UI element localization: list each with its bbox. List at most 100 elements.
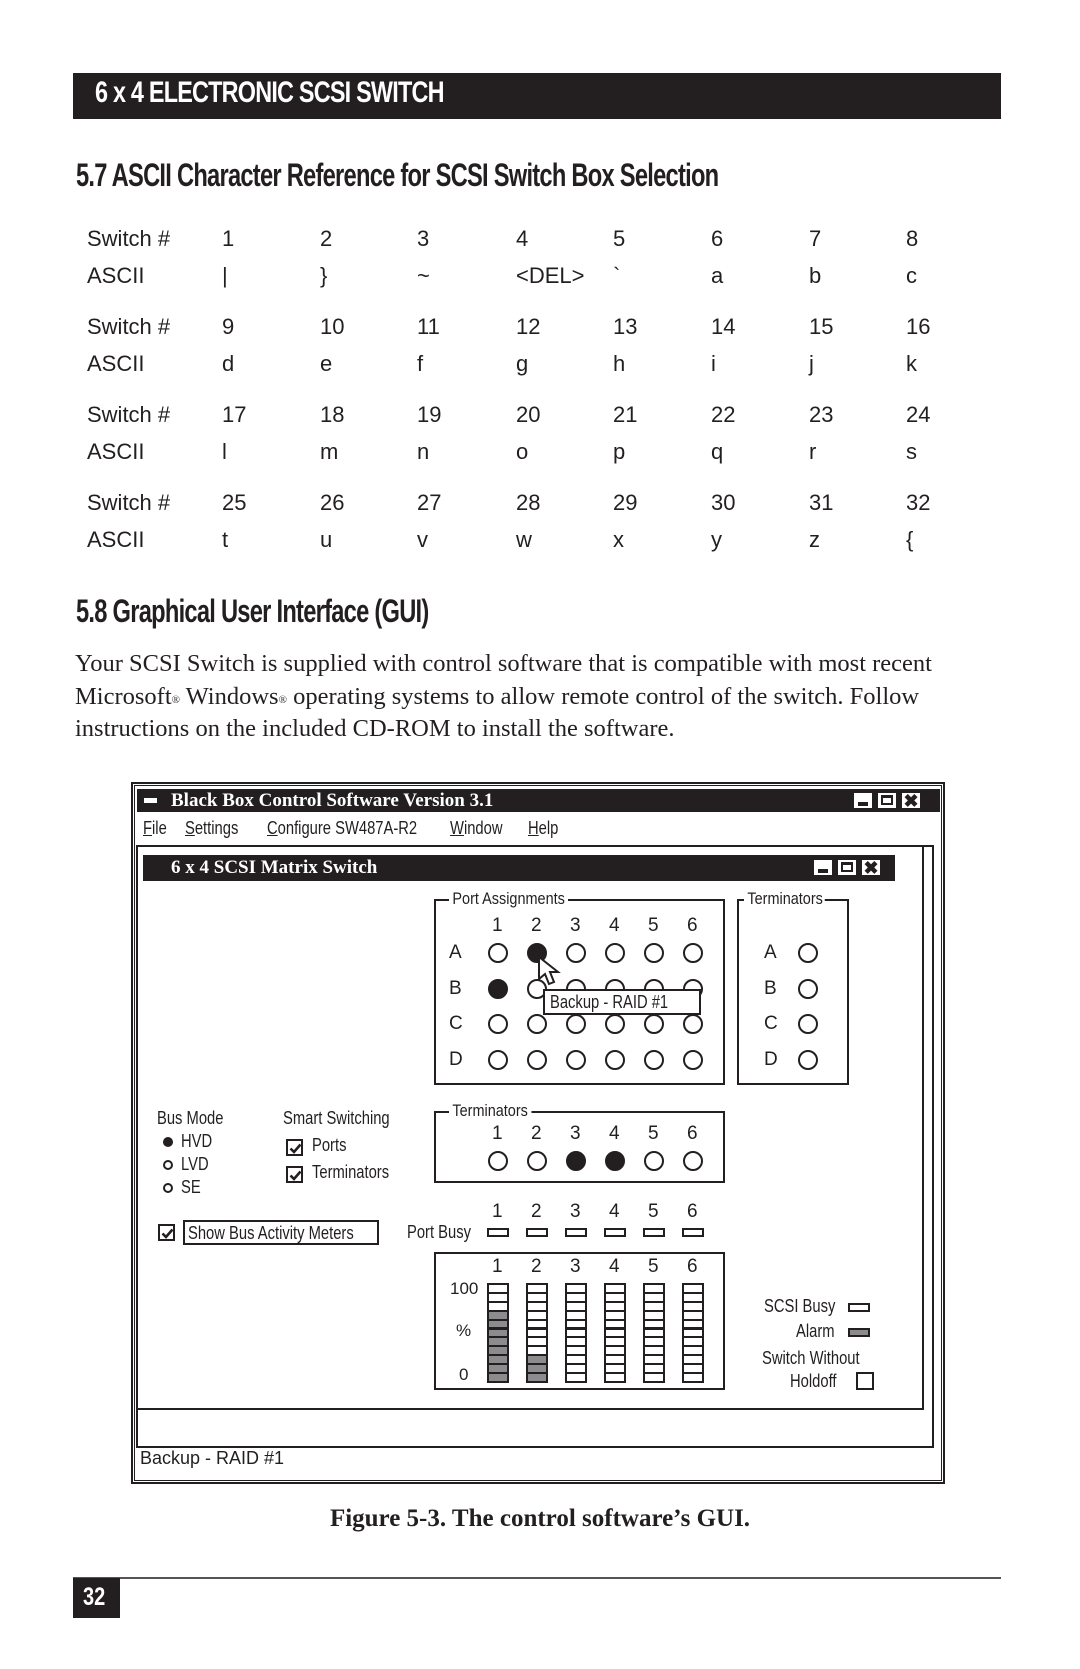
terminator-radio-1[interactable] (488, 1151, 508, 1171)
port-radio-a5[interactable] (644, 943, 664, 963)
port-radio-d2[interactable] (527, 1050, 547, 1070)
alarm-label: Alarm (796, 1321, 835, 1341)
switch-number-cell: 29 (613, 490, 638, 515)
ascii-char-cell: v (417, 527, 428, 552)
menu-accelerator: F (143, 818, 153, 838)
bus-mode-radio-lvd[interactable] (163, 1160, 173, 1170)
switch-without-label: Switch Without (762, 1348, 860, 1368)
meter-1-segment (487, 1372, 509, 1383)
close-button[interactable]: ✖ (901, 792, 921, 810)
terminator-radio-6[interactable] (683, 1151, 703, 1171)
terminator-radio-2[interactable] (527, 1151, 547, 1171)
child-close-button[interactable]: ✖ (861, 859, 881, 877)
port-busy-column-header: 2 (531, 1201, 542, 1222)
menu-accelerator: S (185, 818, 195, 838)
port-busy-indicator-6 (682, 1228, 704, 1237)
bus-mode-radio-se[interactable] (163, 1183, 173, 1193)
registered-mark: ® (278, 693, 287, 706)
child-maximize-button[interactable] (837, 859, 857, 876)
port-radio-c6[interactable] (683, 1014, 703, 1034)
smart-switching-ports-checkbox[interactable] (286, 1139, 303, 1156)
menu-label: indow (463, 818, 503, 838)
terminator-toggle-b[interactable] (798, 979, 818, 999)
port-radio-b1[interactable] (488, 979, 508, 999)
terminators-bottom-legend: Terminators (449, 1102, 532, 1120)
port-radio-a3[interactable] (566, 943, 586, 963)
show-meters-focus-box[interactable]: Show Bus Activity Meters (183, 1220, 379, 1245)
meter-column-header: 6 (687, 1256, 698, 1277)
port-busy-column-header: 1 (492, 1201, 503, 1222)
meter-column-header: 3 (570, 1256, 581, 1277)
switch-number-cell: 4 (516, 226, 529, 251)
menu-item-help[interactable]: Help (528, 818, 558, 839)
menu-item-window[interactable]: Window (450, 818, 503, 839)
meter-6-segment (682, 1372, 704, 1383)
port-radio-d5[interactable] (644, 1050, 664, 1070)
terminator-radio-3[interactable] (566, 1151, 586, 1171)
port-busy-indicator-1 (487, 1228, 509, 1237)
ascii-char-cell: m (320, 439, 339, 464)
menu-item-file[interactable]: File (143, 818, 167, 839)
row-label: D (449, 1049, 463, 1070)
switch-number-cell: 10 (320, 314, 345, 339)
port-radio-c5[interactable] (644, 1014, 664, 1034)
terminator-toggle-d[interactable] (798, 1050, 818, 1070)
minimize-button[interactable] (853, 792, 873, 809)
switch-number-cell: 31 (809, 490, 834, 515)
smart-switching-terminators-checkbox[interactable] (286, 1166, 303, 1183)
terminator-radio-5[interactable] (644, 1151, 664, 1171)
ascii-char-cell: z (809, 527, 820, 552)
terminator-toggle-c[interactable] (798, 1014, 818, 1034)
show-meters-checkbox[interactable] (158, 1224, 175, 1241)
holdoff-checkbox[interactable] (856, 1372, 874, 1390)
ascii-char-cell: h (613, 351, 626, 376)
ascii-row-label: ASCII (87, 351, 145, 376)
meter-column-header: 4 (609, 1256, 620, 1277)
meter-axis-unit: % (456, 1321, 472, 1340)
child-titlebar[interactable]: 6 x 4 SCSI Matrix Switch ✖ (143, 855, 895, 881)
port-radio-a1[interactable] (488, 943, 508, 963)
app-titlebar[interactable]: Black Box Control Software Version 3.1 ✖ (137, 789, 940, 812)
terminator-toggle-a[interactable] (798, 943, 818, 963)
holdoff-label: Holdoff (790, 1371, 837, 1391)
ascii-char-cell: t (222, 527, 229, 552)
page-number: 32 (83, 1583, 106, 1611)
port-radio-c3[interactable] (566, 1014, 586, 1034)
section-heading-5-7: 5.7 ASCII Character Reference for SCSI S… (76, 157, 719, 193)
switch-number-cell: 14 (711, 314, 736, 339)
port-radio-d4[interactable] (605, 1050, 625, 1070)
port-radio-a4[interactable] (605, 943, 625, 963)
child-minimize-button[interactable] (813, 859, 833, 876)
switch-number-cell: 11 (417, 314, 440, 339)
ascii-char-cell: ` (613, 263, 621, 288)
switch-row-label: Switch # (87, 314, 171, 339)
port-radio-d6[interactable] (683, 1050, 703, 1070)
status-bar-text: Backup - RAID #1 (140, 1448, 285, 1468)
ascii-char-cell: j (809, 351, 814, 376)
menu-item-settings[interactable]: Settings (185, 818, 238, 839)
row-label: B (764, 978, 777, 999)
port-column-header: 5 (648, 915, 659, 936)
ascii-row-label: ASCII (87, 263, 145, 288)
menu-item-configure-sw487a-r2[interactable]: Configure SW487A-R2 (267, 818, 417, 839)
port-busy-indicator-3 (565, 1228, 587, 1237)
port-radio-d3[interactable] (566, 1050, 586, 1070)
port-radio-c1[interactable] (488, 1014, 508, 1034)
terminator-radio-4[interactable] (605, 1151, 625, 1171)
menu-accelerator: W (450, 818, 464, 838)
port-radio-a6[interactable] (683, 943, 703, 963)
port-radio-c4[interactable] (605, 1014, 625, 1034)
switch-number-cell: 20 (516, 402, 541, 427)
row-label: C (764, 1013, 778, 1034)
port-radio-c2[interactable] (527, 1014, 547, 1034)
port-busy-indicator-4 (604, 1228, 626, 1237)
switch-row-label: Switch # (87, 402, 171, 427)
maximize-button[interactable] (877, 792, 897, 809)
terminator-column-header: 1 (492, 1123, 503, 1144)
system-menu-icon[interactable] (144, 798, 157, 803)
port-column-header: 1 (492, 915, 503, 936)
port-radio-d1[interactable] (488, 1050, 508, 1070)
meter-axis-max: 100 (450, 1279, 479, 1298)
bus-mode-radio-hvd[interactable] (163, 1137, 173, 1147)
row-label: D (764, 1049, 778, 1070)
